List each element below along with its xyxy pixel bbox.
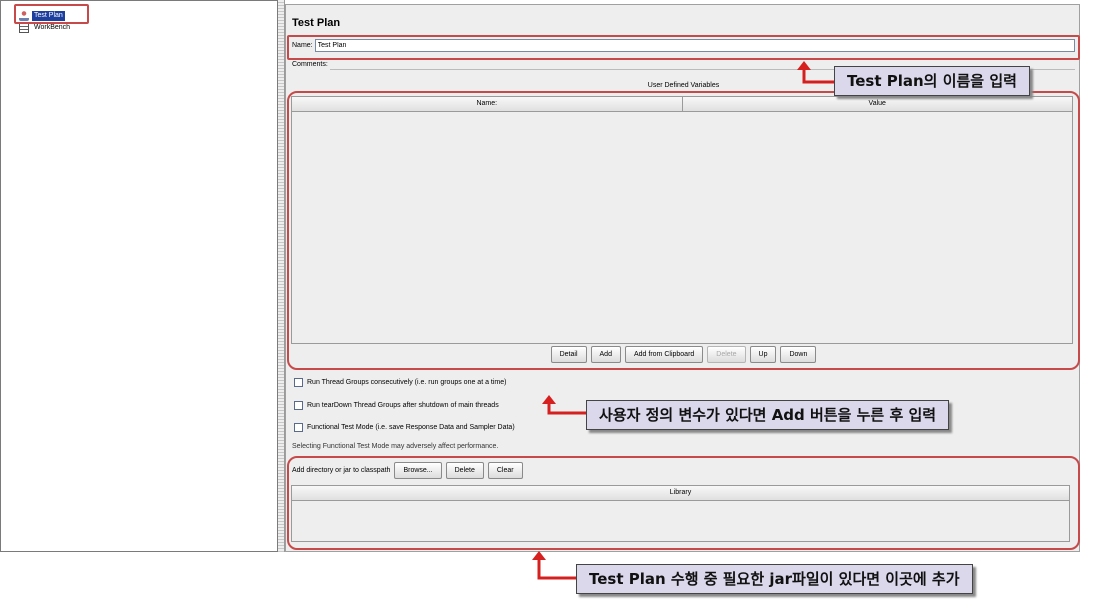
add-button[interactable]: Add [590,346,621,363]
checkbox-label: Functional Test Mode (i.e. save Response… [307,424,515,431]
delete-button[interactable]: Delete [707,346,746,363]
name-field[interactable] [314,38,1075,52]
udv-table-header: Name: Value [292,97,1072,112]
comments-label: Comments: [292,60,328,68]
name-row: Name: [292,38,1075,52]
panel-title: Test Plan [292,17,341,29]
library-table-header: Library [292,486,1069,501]
tree-item-label: WorkBench [34,23,71,31]
add-from-clipboard-button[interactable]: Add from Clipboard [624,346,704,363]
checkbox-box[interactable] [294,378,303,387]
name-label: Name: [292,41,313,49]
udv-button-row: Detail Add Add from Clipboard Delete Up … [286,346,1081,363]
checkbox-label: Run Thread Groups consecutively (i.e. ru… [307,379,507,386]
column-header-library[interactable]: Library [292,486,1069,500]
udv-table[interactable]: Name: Value [291,96,1073,344]
classpath-label: Add directory or jar to classpath [292,467,391,474]
detail-button[interactable]: Detail [550,346,587,363]
jar-hint-callout: Test Plan 수행 중 필요한 jar파일이 있다면 이곳에 추가 [576,564,973,594]
checkbox-box[interactable] [294,401,303,410]
run-consecutively-checkbox[interactable]: Run Thread Groups consecutively (i.e. ru… [294,378,506,387]
checkbox-box[interactable] [294,423,303,432]
down-button[interactable]: Down [780,346,817,363]
checkbox-label: Run tearDown Thread Groups after shutdow… [307,402,499,409]
clear-button[interactable]: Clear [487,462,523,479]
column-header-value[interactable]: Value [683,97,1073,111]
browse-button[interactable]: Browse... [394,462,442,479]
functional-test-mode-checkbox[interactable]: Functional Test Mode (i.e. save Response… [294,423,515,432]
test-plan-highlight [14,4,89,24]
column-header-name[interactable]: Name: [292,97,683,111]
functional-mode-warning: Selecting Functional Test Mode may adver… [292,443,499,450]
classpath-delete-button[interactable]: Delete [445,462,484,479]
up-button[interactable]: Up [749,346,777,363]
jar-arrow-icon [532,551,578,580]
classpath-row: Add directory or jar to classpath Browse… [292,462,523,479]
workbench-icon [19,22,29,33]
add-hint-callout: 사용자 정의 변수가 있다면 Add 버튼을 누른 후 입력 [586,400,950,430]
run-teardown-checkbox[interactable]: Run tearDown Thread Groups after shutdow… [294,401,499,410]
name-hint-callout: Test Plan의 이름을 입력 [834,66,1030,96]
pane-splitter[interactable] [278,0,285,552]
tree-pane: Test Plan WorkBench [0,0,278,552]
library-table[interactable]: Library [291,485,1070,542]
